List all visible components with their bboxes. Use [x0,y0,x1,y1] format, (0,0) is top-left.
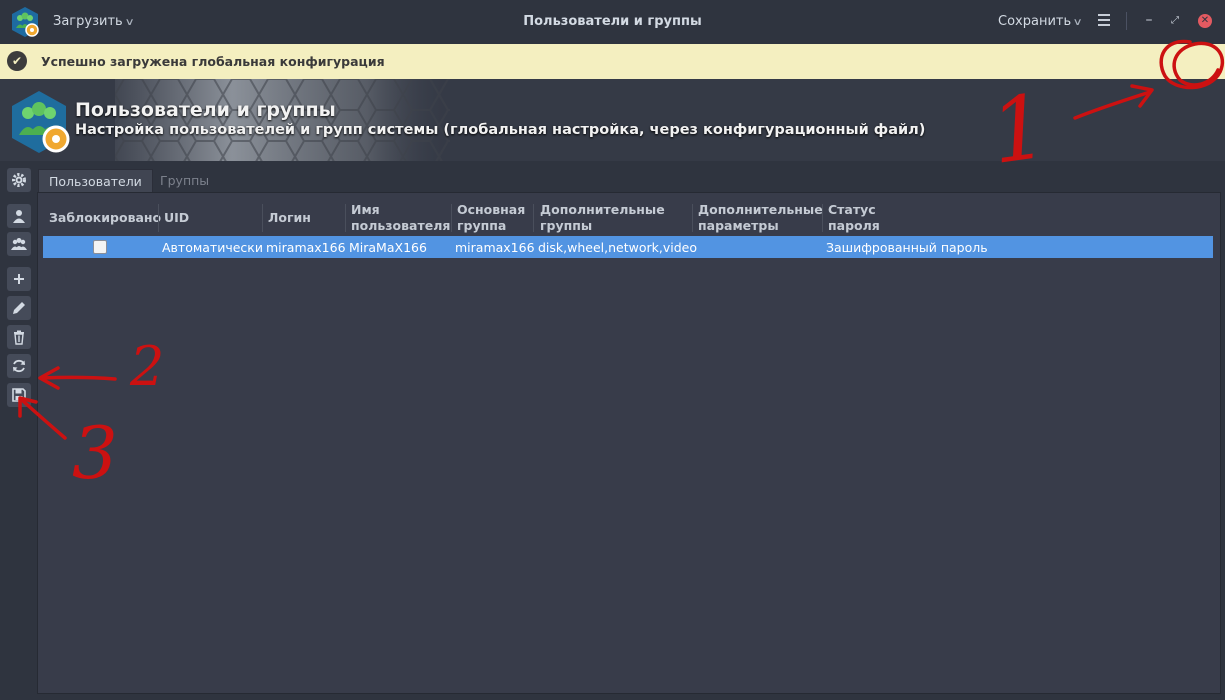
column-separator[interactable] [692,204,693,232]
column-separator[interactable] [345,204,346,232]
trash-icon [14,330,24,345]
group-icon [11,238,27,250]
close-icon[interactable]: ✕ [1198,14,1212,28]
pencil-icon [13,302,25,314]
cell-primary-group: miramax166 [455,240,535,255]
edit-button[interactable] [7,296,31,320]
column-header-login[interactable]: Логин [268,210,311,226]
column-header-username-line1: Имя [351,202,380,217]
column-header-additional-groups[interactable]: Дополнительные группы [540,202,665,234]
page-subtitle: Настройка пользователей и групп системы … [75,122,926,138]
save-menu-label: Сохранить [998,14,1072,29]
column-header-primary-group-line2: группа [457,218,507,233]
delete-button[interactable] [7,325,31,349]
locked-checkbox[interactable] [93,240,107,254]
header-banner: Пользователи и группы Настройка пользова… [0,79,1225,161]
add-button[interactable] [7,267,31,291]
cell-uid: Автоматически [162,240,263,255]
column-header-additional-params-line2: параметры [698,218,779,233]
column-header-uid[interactable]: UID [164,210,189,226]
minimize-icon[interactable]: – [1142,12,1156,30]
users-button[interactable] [7,204,31,228]
column-header-locked[interactable]: Заблокировано [49,210,161,226]
user-icon [13,210,25,223]
chevron-down-icon: ∨ [1072,17,1083,28]
column-header-additional-params[interactable]: Дополнительные параметры [698,202,823,234]
column-header-username-line2: пользователя [351,218,451,233]
refresh-button[interactable] [7,354,31,378]
titlebar: Загрузить ∨ Пользователи и группы Сохрани… [0,0,1225,43]
column-header-additional-groups-line2: группы [540,218,593,233]
column-separator[interactable] [533,204,534,232]
cell-additional-groups: disk,wheel,network,video [538,240,697,255]
save-menu[interactable]: Сохранить ∨ [998,14,1083,29]
column-separator[interactable] [262,204,263,232]
titlebar-separator [1126,12,1127,30]
cell-login: miramax166 [266,240,346,255]
settings-button[interactable] [7,168,31,192]
save-icon [12,388,26,402]
cell-password-status: Зашифрованный пароль [826,240,988,255]
hamburger-menu-icon[interactable] [1098,14,1110,26]
notification-bar: ✔ Успешно загружена глобальная конфигура… [0,44,1225,79]
tab-users[interactable]: Пользователи [38,169,153,193]
users-table-panel [37,192,1221,694]
tab-groups[interactable]: Группы [150,169,219,192]
column-separator[interactable] [822,204,823,232]
column-separator[interactable] [451,204,452,232]
column-separator[interactable] [158,204,159,232]
cell-username: MiraMaX166 [349,240,427,255]
column-header-password-status-line1: Статус [828,202,876,217]
column-header-password-status-line2: пароля [828,218,880,233]
users-groups-icon [12,91,70,153]
column-header-additional-params-line1: Дополнительные [698,202,823,217]
column-header-additional-groups-line1: Дополнительные [540,202,665,217]
refresh-icon [13,359,25,373]
maximize-icon[interactable]: ⤢ [1168,12,1182,30]
groups-button[interactable] [7,232,31,256]
checkmark-icon: ✔ [7,51,27,71]
page-title: Пользователи и группы [75,99,336,121]
column-header-username[interactable]: Имя пользователя [351,202,450,234]
notification-text: Успешно загружена глобальная конфигураци… [41,54,385,69]
plus-icon [14,274,24,284]
save-button[interactable] [7,383,31,407]
column-header-primary-group[interactable]: Основная группа [457,202,525,234]
column-header-password-status[interactable]: Статус пароля [828,202,880,234]
gear-icon [12,173,26,187]
column-header-primary-group-line1: Основная [457,202,526,217]
